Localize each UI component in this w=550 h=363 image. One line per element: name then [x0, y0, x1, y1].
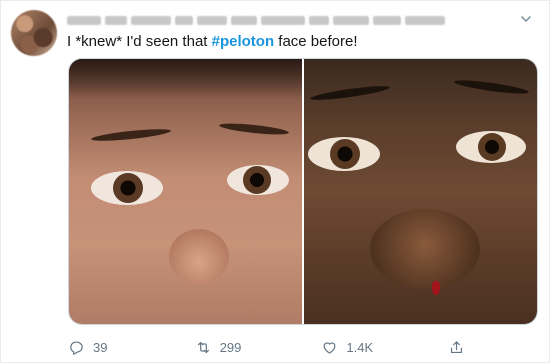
retweet-icon [197, 341, 209, 353]
right-eye [227, 165, 289, 195]
reply-count: 39 [93, 339, 108, 355]
left-eye [91, 171, 163, 205]
right-eyebrow [453, 77, 530, 97]
photo-left[interactable] [69, 59, 302, 324]
tweet-actions: 39 299 1.4K [68, 337, 488, 357]
tweet-card[interactable]: I *knew* I'd seen that #peloton face bef… [0, 0, 550, 363]
tweet-text-before: I *knew* I'd seen that [67, 33, 212, 50]
nosebleed [432, 281, 440, 295]
chevron-down-icon[interactable] [519, 13, 533, 27]
blurred-user-name [67, 13, 445, 27]
left-eyebrow [309, 83, 391, 103]
nose [370, 209, 480, 289]
retweet-count: 299 [219, 339, 242, 355]
reply-icon [70, 341, 83, 355]
avatar[interactable] [11, 10, 57, 56]
hashtag-link[interactable]: #peloton [212, 33, 275, 50]
share-icon [451, 340, 463, 353]
like-action[interactable]: 1.4K [321, 339, 448, 356]
right-eye [456, 131, 526, 163]
right-eyebrow [218, 121, 290, 137]
like-count: 1.4K [346, 339, 374, 355]
tweet-text: I *knew* I'd seen that #peloton face bef… [67, 32, 358, 52]
nose [169, 229, 229, 284]
share-action[interactable] [448, 339, 488, 356]
left-eyebrow [90, 126, 172, 144]
retweet-action[interactable]: 299 [195, 339, 322, 356]
photo-right[interactable] [304, 59, 537, 324]
left-eye [308, 137, 380, 171]
heart-icon [323, 341, 336, 354]
reply-action[interactable]: 39 [68, 339, 195, 356]
media-grid[interactable] [68, 58, 538, 325]
tweet-text-after: face before! [274, 33, 358, 50]
